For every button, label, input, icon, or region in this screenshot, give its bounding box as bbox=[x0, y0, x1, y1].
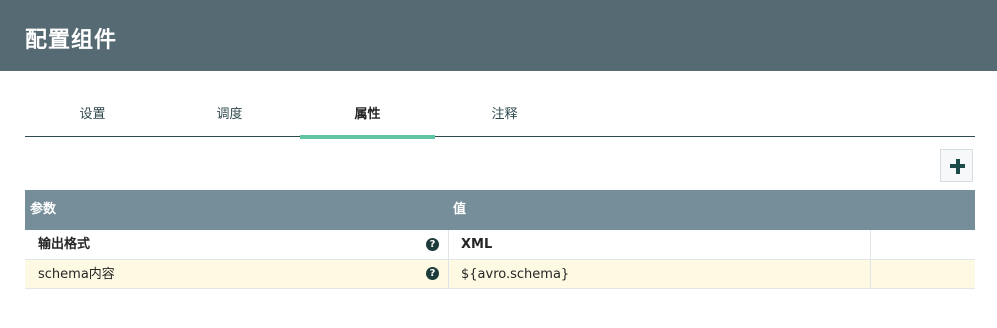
dialog-header: 配置组件 bbox=[0, 0, 997, 71]
question-circle-icon[interactable]: ? bbox=[426, 267, 439, 280]
tab-settings[interactable]: 设置 bbox=[25, 96, 160, 136]
question-circle-icon[interactable]: ? bbox=[426, 238, 439, 251]
table-row[interactable]: 输出格式 ? XML bbox=[25, 230, 975, 260]
property-name: 输出格式 bbox=[38, 237, 91, 252]
properties-table: 参数 值 输出格式 ? XML schema内容 ? ${avro.schema… bbox=[25, 190, 975, 289]
column-header-value[interactable]: 值 bbox=[453, 190, 466, 230]
tab-bar: 设置 调度 属性 注释 bbox=[25, 96, 975, 139]
tab-properties[interactable]: 属性 bbox=[300, 96, 435, 139]
tab-scheduling[interactable]: 调度 bbox=[162, 96, 297, 136]
tab-comments[interactable]: 注释 bbox=[437, 96, 572, 136]
property-name: schema内容 bbox=[38, 267, 115, 282]
table-header: 参数 值 bbox=[25, 190, 975, 230]
table-row[interactable]: schema内容 ? ${avro.schema} bbox=[25, 260, 975, 289]
dialog-title: 配置组件 bbox=[25, 28, 118, 53]
property-value[interactable]: XML bbox=[461, 230, 492, 260]
property-value[interactable]: ${avro.schema} bbox=[461, 260, 569, 289]
add-property-button[interactable] bbox=[940, 149, 973, 182]
column-header-param[interactable]: 参数 bbox=[30, 190, 56, 230]
